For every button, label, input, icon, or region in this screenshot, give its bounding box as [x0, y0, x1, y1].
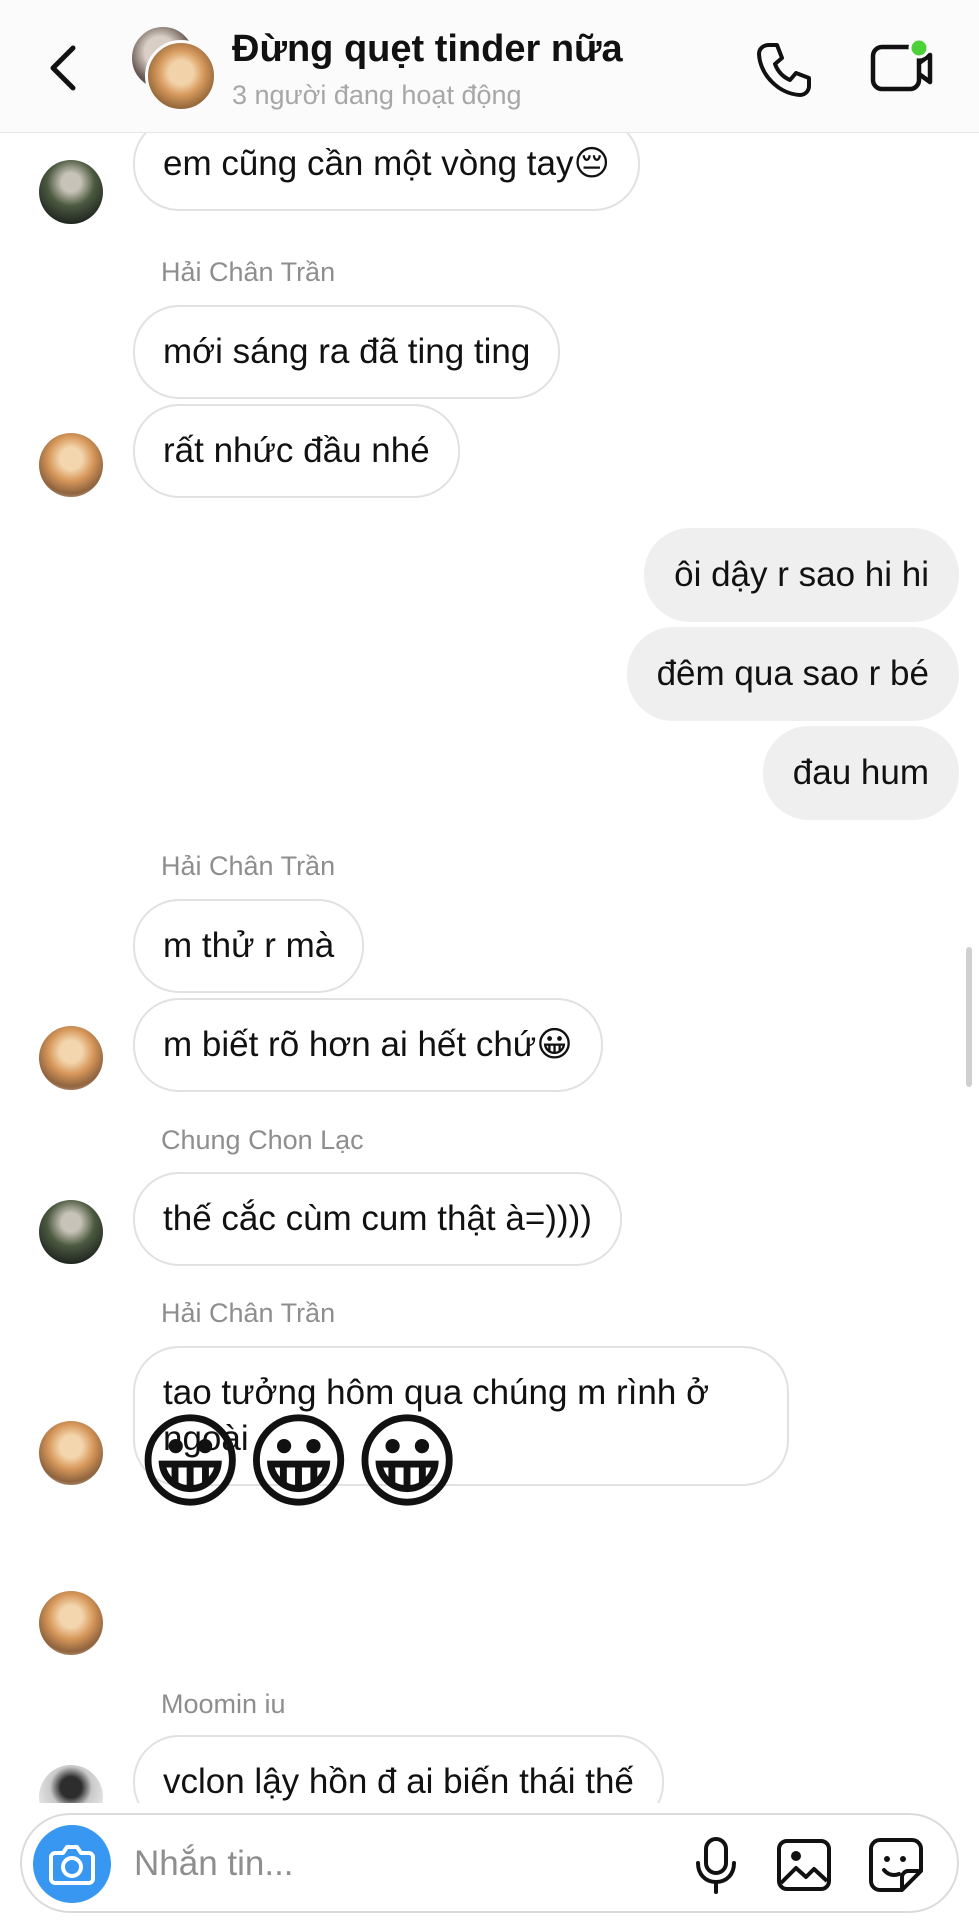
sender-name: Moomin iu [161, 1689, 286, 1719]
sender-name: Hải Chân Trần [161, 1298, 336, 1328]
voice-message-button[interactable] [688, 1835, 744, 1895]
message-bubble-outgoing[interactable]: đau hum [762, 726, 959, 820]
microphone-icon [696, 1837, 736, 1894]
message-bubble[interactable]: m thử r mà [133, 899, 365, 993]
message-text: vclon lậy hồn đ ai biến thái thế [163, 1762, 634, 1801]
message-bubble[interactable]: vclon lậy hồn đ ai biến thái thế [133, 1735, 664, 1803]
message-composer [20, 1813, 959, 1913]
scrollbar[interactable] [966, 947, 972, 1087]
message-text: mới sáng ra đã ting ting [163, 332, 531, 371]
sender-name: Chung Chon Lạc [161, 1125, 364, 1155]
sender-avatar[interactable] [39, 1591, 103, 1655]
sender-avatar[interactable] [39, 1200, 103, 1264]
image-icon [777, 1839, 831, 1891]
grinning-emoji: 😀 [536, 1025, 573, 1064]
sender-avatar[interactable] [39, 1765, 103, 1803]
chevron-left-icon [50, 45, 76, 91]
pensive-emoji: 😔 [573, 144, 611, 183]
video-call-button[interactable] [866, 36, 936, 100]
sticker-icon [869, 1838, 923, 1892]
emoji-message[interactable]: 😀😀😀 [136, 1403, 461, 1523]
message-bubble[interactable]: thế cắc cùm cum thật à=)))) [133, 1172, 622, 1266]
camera-icon [49, 1845, 95, 1885]
message-thread[interactable]: em cũng cần một vòng tay😔 Hải Chân Trần … [0, 133, 979, 1803]
sender-avatar[interactable] [39, 160, 103, 224]
sender-name: Hải Chân Trần [161, 851, 336, 881]
back-button[interactable] [40, 38, 90, 98]
sender-avatar[interactable] [39, 433, 103, 497]
gallery-button[interactable] [774, 1835, 834, 1895]
message-bubble[interactable]: rất nhức đầu nhé [133, 404, 460, 498]
phone-icon [757, 43, 811, 97]
video-camera-icon [870, 37, 933, 92]
sender-avatar[interactable] [39, 1421, 103, 1485]
message-bubble[interactable]: em cũng cần một vòng tay😔 [133, 133, 640, 211]
chat-header: Đừng quẹt tinder nữa 3 người đang hoạt đ… [0, 0, 979, 133]
message-bubble-outgoing[interactable]: ôi dậy r sao hi hi [644, 528, 959, 622]
sticker-button[interactable] [866, 1835, 926, 1895]
message-bubble[interactable]: mới sáng ra đã ting ting [133, 305, 561, 399]
message-text: em cũng cần một vòng tay [163, 144, 574, 183]
message-text: thế cắc cùm cum thật à=)))) [163, 1199, 592, 1238]
chat-title[interactable]: Đừng quẹt tinder nữa [232, 28, 623, 71]
message-text: rất nhức đầu nhé [163, 431, 430, 470]
sender-name: Hải Chân Trần [161, 257, 336, 287]
message-text: m thử r mà [163, 926, 335, 965]
message-text: đêm qua sao r bé [656, 654, 929, 693]
active-status: 3 người đang hoạt động [232, 80, 522, 110]
member-avatar [145, 40, 217, 112]
message-text: m biết rõ hơn ai hết chứ [163, 1025, 537, 1064]
camera-button[interactable] [33, 1825, 111, 1903]
voice-call-button[interactable] [752, 38, 816, 102]
sender-avatar[interactable] [39, 1026, 103, 1090]
message-text: đau hum [792, 753, 929, 792]
group-avatar[interactable] [125, 22, 217, 112]
message-text: ôi dậy r sao hi hi [674, 555, 929, 594]
message-input[interactable] [132, 1837, 556, 1891]
message-bubble[interactable]: m biết rõ hơn ai hết chứ😀 [133, 998, 603, 1092]
message-bubble-outgoing[interactable]: đêm qua sao r bé [626, 627, 959, 721]
